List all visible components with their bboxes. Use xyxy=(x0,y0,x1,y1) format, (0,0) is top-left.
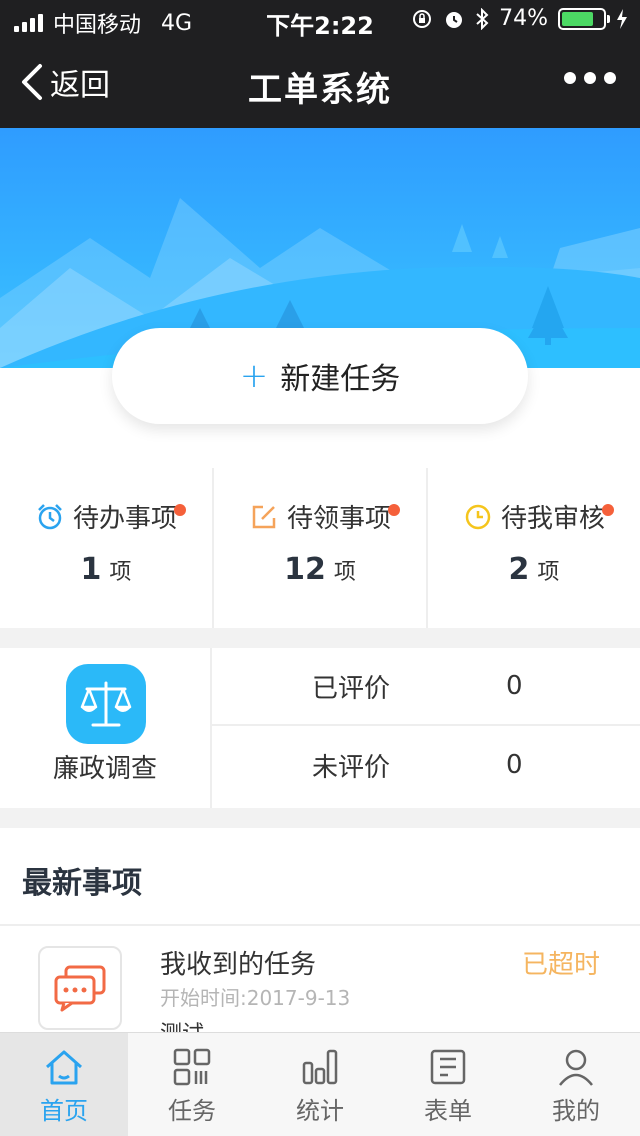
survey-row-label: 未评价 xyxy=(312,752,391,783)
message-icon xyxy=(38,946,122,1030)
stat-unit: 项 xyxy=(109,560,132,585)
tab-bar: 首页 任务 统计 表单 我的 xyxy=(0,1032,640,1136)
battery-icon xyxy=(558,7,610,30)
plus-icon: + xyxy=(239,356,269,396)
badge-dot xyxy=(174,504,186,516)
more-dot-icon xyxy=(584,72,596,84)
survey-card: 廉政调查 已评价 0 未评价 0 xyxy=(0,648,640,808)
survey-row-value: 0 xyxy=(506,671,523,701)
tab-tasks[interactable]: 任务 xyxy=(128,1033,256,1136)
badge-dot xyxy=(602,504,614,516)
new-task-label: 新建任务 xyxy=(280,362,401,397)
status-badge: 已超时 xyxy=(521,950,600,980)
survey-logo xyxy=(66,664,146,744)
user-icon xyxy=(559,1049,593,1086)
clock-icon xyxy=(465,504,491,529)
page-title: 工单系统 xyxy=(248,70,392,110)
tab-label: 统计 xyxy=(296,1097,344,1125)
more-dot-icon xyxy=(604,72,616,84)
survey-entry[interactable]: 廉政调查 xyxy=(0,648,212,808)
tab-label: 我的 xyxy=(552,1097,600,1125)
status-bar: 中国移动 4G 下午2:22 74% xyxy=(0,0,640,40)
tab-home[interactable]: 首页 xyxy=(0,1033,128,1136)
stat-label: 待领事项 xyxy=(286,504,391,534)
stats-row: 待办事项 1项 待领事项 12 项 待我审核 2项 xyxy=(0,468,640,628)
stat-claim[interactable]: 待领事项 12 项 xyxy=(214,468,428,628)
more-button[interactable] xyxy=(564,72,616,84)
survey-row-label: 已评价 xyxy=(312,673,391,704)
nav-bar: 返回 工单系统 xyxy=(0,40,640,128)
survey-row-evaluated[interactable]: 已评价 0 xyxy=(212,648,640,726)
tab-stats[interactable]: 统计 xyxy=(256,1033,384,1136)
survey-name: 廉政调查 xyxy=(52,754,157,784)
stat-review[interactable]: 待我审核 2项 xyxy=(428,468,640,628)
stat-count-wrap: 1项 xyxy=(0,552,212,587)
stat-todo[interactable]: 待办事项 1项 xyxy=(0,468,214,628)
stat-label: 待办事项 xyxy=(72,504,177,534)
top-bar: 中国移动 4G 下午2:22 74% 返回 工单系统 xyxy=(0,0,640,128)
tab-me[interactable]: 我的 xyxy=(512,1033,640,1136)
status-right: 74% xyxy=(411,6,628,31)
scales-icon xyxy=(80,681,132,727)
tab-label: 任务 xyxy=(168,1097,216,1125)
stat-count: 1 xyxy=(80,552,102,587)
rotation-lock-icon xyxy=(413,9,432,28)
bluetooth-icon xyxy=(476,7,489,30)
tab-label: 首页 xyxy=(40,1097,88,1125)
alarm-clock-icon xyxy=(38,503,62,529)
charging-icon xyxy=(617,8,627,29)
grid-icon xyxy=(173,1048,211,1086)
item-title: 我收到的任务 xyxy=(160,950,317,980)
tab-forms[interactable]: 表单 xyxy=(384,1033,512,1136)
stat-count: 2 xyxy=(508,552,530,587)
more-dot-icon xyxy=(564,72,576,84)
battery-percent: 74% xyxy=(499,6,548,31)
survey-row-value: 0 xyxy=(506,750,523,780)
new-task-button[interactable]: + 新建任务 xyxy=(112,328,528,424)
form-icon xyxy=(430,1049,466,1085)
stat-count-wrap: 12 项 xyxy=(214,552,426,587)
stat-unit: 项 xyxy=(333,560,356,585)
tab-label: 表单 xyxy=(424,1097,472,1125)
survey-row-unevaluated[interactable]: 未评价 0 xyxy=(212,726,640,804)
divider xyxy=(0,924,640,926)
edit-icon xyxy=(252,505,276,528)
section-title: 最新事项 xyxy=(22,866,142,901)
item-start-time: 开始时间:2017-9-13 xyxy=(160,986,351,1010)
bar-chart-icon xyxy=(302,1049,338,1085)
alarm-icon xyxy=(446,11,463,28)
home-icon xyxy=(46,1050,82,1085)
stat-unit: 项 xyxy=(537,560,560,585)
stat-label: 待我审核 xyxy=(500,504,605,534)
badge-dot xyxy=(388,504,400,516)
stat-count-wrap: 2项 xyxy=(428,552,640,587)
page: 中国移动 4G 下午2:22 74% 返回 工单系统 + 新建任务 待办事项 1… xyxy=(0,0,640,1136)
stat-count: 12 xyxy=(284,552,326,587)
chat-bubbles-icon xyxy=(54,965,106,1012)
